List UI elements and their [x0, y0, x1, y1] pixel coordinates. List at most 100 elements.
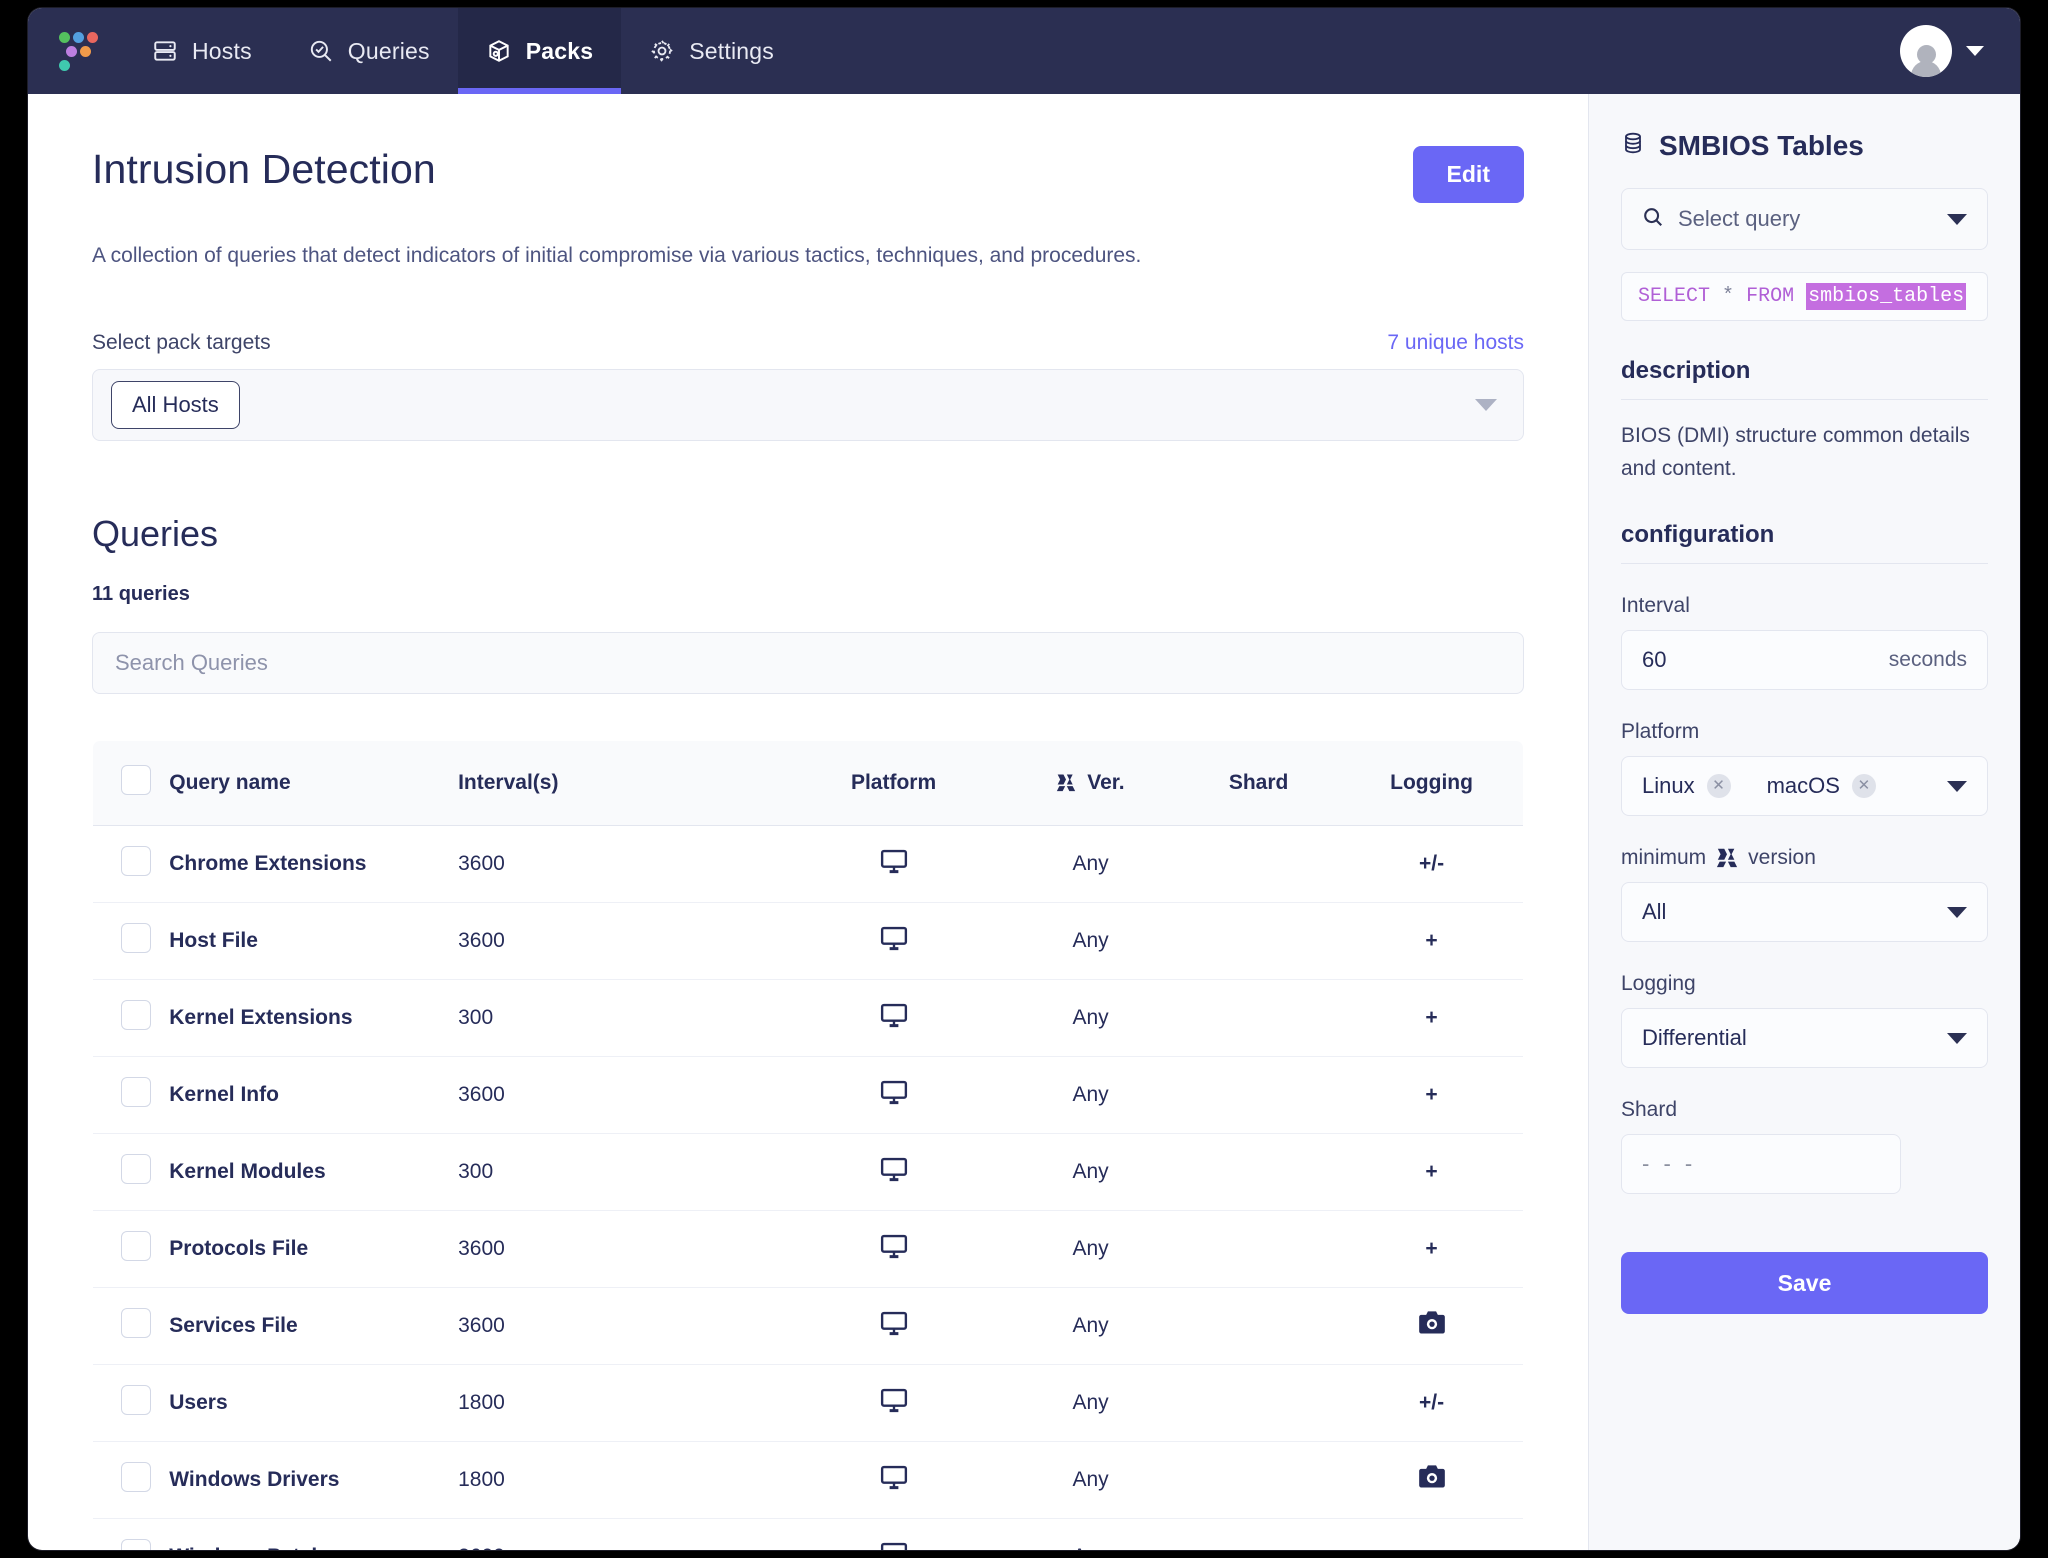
- table-row[interactable]: Windows Patches3600 Any +: [93, 1518, 1523, 1550]
- row-checkbox[interactable]: [121, 923, 151, 954]
- row-checkbox[interactable]: [121, 1231, 151, 1262]
- cell-logging: +: [1340, 1210, 1523, 1289]
- row-checkbox[interactable]: [121, 1462, 151, 1493]
- chevron-down-icon[interactable]: [1947, 213, 1967, 225]
- cell-query-name[interactable]: Kernel Modules: [169, 1133, 459, 1212]
- column-header-interval[interactable]: Interval(s): [458, 741, 784, 827]
- table-row[interactable]: Users 1800 Any +/-: [93, 1364, 1523, 1443]
- pack-header: Intrusion Detection Edit: [92, 146, 1524, 203]
- edit-button[interactable]: Edit: [1412, 146, 1524, 203]
- cell-query-name[interactable]: Kernel Info: [169, 1056, 459, 1135]
- row-checkbox[interactable]: [121, 846, 151, 877]
- column-header-shard[interactable]: Shard: [1177, 741, 1341, 827]
- cell-interval: 3600: [458, 902, 784, 981]
- row-checkbox[interactable]: [121, 1077, 151, 1108]
- remove-tag-icon[interactable]: ✕: [1851, 774, 1876, 799]
- cell-logging: +: [1340, 1056, 1523, 1135]
- cell-shard: [1177, 979, 1341, 1058]
- row-checkbox[interactable]: [121, 1154, 151, 1185]
- target-chip-all-hosts[interactable]: All Hosts: [111, 381, 240, 430]
- nav-tab-queries[interactable]: Queries: [280, 8, 458, 94]
- row-checkbox[interactable]: [121, 1000, 151, 1031]
- chevron-down-icon[interactable]: [1966, 46, 1984, 56]
- logging-value: Differential: [1642, 1025, 1747, 1051]
- cell-query-name[interactable]: Users: [169, 1364, 459, 1443]
- configuration-heading: configuration: [1621, 521, 1988, 565]
- cell-version: Any: [1004, 1518, 1178, 1550]
- table-row[interactable]: Chrome Extensions 3600 Any +/-: [93, 825, 1523, 904]
- platform-label: Platform: [1621, 720, 1700, 744]
- table-row[interactable]: Services File 3600 Any: [93, 1287, 1523, 1366]
- nav-tab-settings[interactable]: Settings: [621, 8, 802, 94]
- panel-title: SMBIOS Tables: [1621, 130, 1988, 162]
- save-button[interactable]: Save: [1621, 1252, 1988, 1315]
- platform-tag-label: Linux: [1642, 773, 1695, 799]
- pack-description: A collection of queries that detect indi…: [92, 244, 1142, 267]
- shard-field[interactable]: - - -: [1621, 1134, 1901, 1195]
- platform-select[interactable]: Linux ✕ macOS ✕: [1621, 756, 1988, 817]
- database-icon: [1621, 130, 1645, 162]
- sql-star: *: [1722, 285, 1735, 308]
- row-select-cell: [93, 1518, 170, 1550]
- cell-interval: 300: [458, 1133, 784, 1212]
- column-header-query-name[interactable]: Query name: [169, 741, 459, 827]
- row-select-cell: [93, 1364, 170, 1443]
- unique-hosts-link[interactable]: 7 unique hosts: [1387, 331, 1524, 355]
- avatar: [1900, 25, 1952, 77]
- minimum-version-select[interactable]: All: [1621, 882, 1988, 943]
- chevron-down-icon[interactable]: [1947, 906, 1967, 918]
- nav-tab-packs[interactable]: Packs: [457, 8, 622, 94]
- pack-targets-select[interactable]: All Hosts: [92, 369, 1524, 442]
- nav-tab-hosts[interactable]: Hosts: [124, 8, 280, 94]
- fleet-logo-button[interactable]: [28, 8, 124, 94]
- description-text: BIOS (DMI) structure common details and …: [1621, 424, 1970, 480]
- cell-version: Any: [1004, 902, 1178, 981]
- cell-version: Any: [1004, 1364, 1178, 1443]
- table-row[interactable]: Kernel Info 3600 Any +: [93, 1056, 1523, 1135]
- remove-tag-icon[interactable]: ✕: [1706, 774, 1731, 799]
- column-header-logging[interactable]: Logging: [1340, 741, 1523, 827]
- column-header-version-label: Ver.: [1087, 771, 1125, 795]
- cell-interval: 300: [458, 979, 784, 1058]
- desktop-icon: [879, 850, 909, 881]
- query-details-panel: SMBIOS Tables Select query SELECT * FROM…: [1588, 94, 2020, 1550]
- chevron-down-icon[interactable]: [1947, 780, 1967, 792]
- row-checkbox[interactable]: [121, 1308, 151, 1339]
- row-checkbox[interactable]: [121, 1385, 151, 1416]
- cell-query-name[interactable]: Protocols File: [169, 1210, 459, 1289]
- cell-version: Any: [1004, 1287, 1178, 1366]
- sql-keyword-from: FROM: [1746, 285, 1795, 308]
- cell-query-name[interactable]: Windows Patches: [169, 1518, 459, 1550]
- cell-interval: 3600: [458, 825, 784, 904]
- search-queries-input[interactable]: [92, 632, 1524, 695]
- chevron-down-icon[interactable]: [1475, 399, 1497, 412]
- logging-select[interactable]: Differential: [1621, 1008, 1988, 1069]
- table-row[interactable]: Kernel Extensions 300 Any +: [93, 979, 1523, 1058]
- select-query-dropdown[interactable]: Select query: [1621, 188, 1988, 250]
- table-row[interactable]: Kernel Modules 300 Any +: [93, 1133, 1523, 1212]
- cell-platform: [783, 979, 1005, 1058]
- column-header-platform[interactable]: Platform: [783, 741, 1005, 827]
- platform-tag-linux: Linux ✕: [1642, 773, 1731, 799]
- user-menu-button[interactable]: [1900, 8, 2020, 94]
- cell-query-name[interactable]: Chrome Extensions: [169, 825, 459, 904]
- interval-field[interactable]: 60 seconds: [1621, 630, 1988, 691]
- platform-tag-macos: macOS ✕: [1767, 773, 1876, 799]
- cell-query-name[interactable]: Kernel Extensions: [169, 979, 459, 1058]
- cell-query-name[interactable]: Services File: [169, 1287, 459, 1366]
- row-select-cell: [93, 902, 170, 981]
- row-checkbox[interactable]: [121, 1539, 151, 1550]
- cell-query-name[interactable]: Windows Drivers: [169, 1441, 459, 1520]
- table-row[interactable]: Host File 3600 Any +: [93, 902, 1523, 981]
- cell-platform: [783, 825, 1005, 904]
- osquery-icon: [1716, 846, 1738, 870]
- select-all-checkbox[interactable]: [121, 765, 151, 796]
- chevron-down-icon[interactable]: [1947, 1032, 1967, 1044]
- table-row[interactable]: Windows Drivers 1800 Any: [93, 1441, 1523, 1520]
- cell-interval: 3600: [458, 1210, 784, 1289]
- table-row[interactable]: Protocols File 3600 Any +: [93, 1210, 1523, 1289]
- interval-suffix: seconds: [1888, 648, 1967, 672]
- cell-query-name[interactable]: Host File: [169, 902, 459, 981]
- column-header-version[interactable]: Ver.: [1004, 741, 1178, 827]
